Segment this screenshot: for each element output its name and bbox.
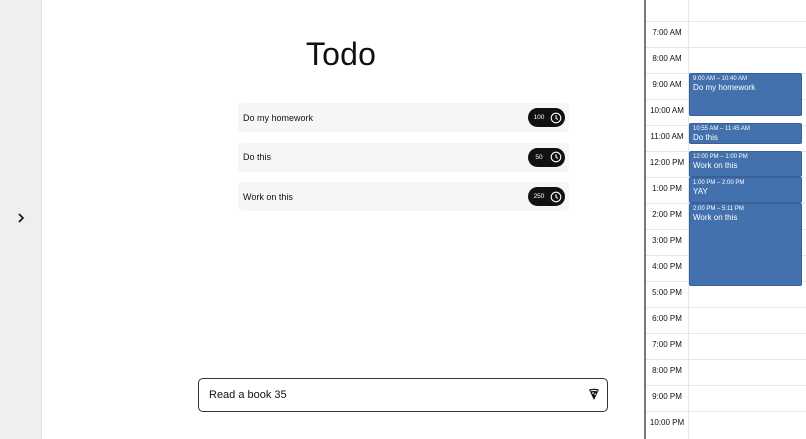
calendar-hour-label: 8:00 AM	[652, 54, 682, 63]
event-time: 12:00 PM – 1:00 PM	[693, 154, 748, 160]
event-title: Do this	[693, 132, 718, 142]
todo-list: Do my homework 100 Do this 50 Work on th…	[238, 103, 569, 222]
todo-item[interactable]: Do this 50	[238, 142, 569, 172]
pizza-icon	[589, 388, 599, 400]
timer-button[interactable]: 250	[528, 187, 565, 206]
timer-minutes: 100	[533, 114, 545, 121]
day-calendar: 7:00 AM 8:00 AM 9:00 AM 10:00 AM 11:00 AM 12:…	[644, 0, 806, 439]
todo-text: Do this	[243, 152, 272, 162]
calendar-hour-label: 7:00 AM	[652, 28, 682, 37]
event-time: 1:00 PM – 2:00 PM	[693, 180, 745, 186]
todo-text: Work on this	[243, 191, 293, 202]
clock-icon	[549, 190, 563, 204]
calendar-event[interactable]: 10:55 AM – 11:45 AM Do this	[689, 122, 802, 145]
calendar-hour-label: 5:00 PM	[652, 288, 682, 297]
calendar-hour-row[interactable]: 7:00 AM	[646, 21, 806, 47]
calendar-hour-row[interactable]: 9:00 PM	[646, 385, 806, 411]
calendar-header-row	[646, 0, 806, 21]
calendar-hour-label: 12:00 PM	[649, 158, 685, 167]
calendar-hour-row[interactable]: 8:00 AM	[646, 47, 806, 73]
calendar-hour-label: 2:00 PM	[652, 210, 682, 219]
calendar-hour-label: 11:00 AM	[650, 132, 684, 141]
calendar-hour-label: 6:00 PM	[652, 314, 682, 323]
timer-button[interactable]: 100	[528, 108, 565, 127]
calendar-hour-label: 1:00 PM	[652, 184, 682, 193]
calendar-hour-label: 3:00 PM	[652, 236, 682, 245]
new-todo-field	[198, 378, 608, 412]
clock-icon	[549, 111, 563, 125]
calendar-hour-label: 9:00 AM	[652, 80, 682, 89]
calendar-hour-label: 10:00 PM	[649, 418, 685, 427]
calendar-hour-label: 8:00 PM	[652, 366, 682, 375]
event-title: Do my homework	[693, 83, 756, 92]
timer-minutes: 50	[535, 153, 543, 161]
timer-minutes: 250	[533, 193, 545, 200]
calendar-hour-label: 4:00 PM	[652, 262, 682, 271]
todo-item[interactable]: Work on this 250	[238, 182, 569, 211]
new-todo-input[interactable]	[207, 388, 581, 402]
event-title: Work on this	[693, 161, 738, 170]
event-time: 10:55 AM – 11:45 AM	[693, 125, 750, 132]
event-time: 2:00 PM – 5:11 PM	[693, 206, 744, 212]
submit-button[interactable]	[588, 388, 600, 401]
calendar-hour-label: 7:00 PM	[652, 340, 682, 349]
page-title: Todo	[305, 36, 377, 72]
calendar-event[interactable]: 9:00 AM – 10:40 AM Do my homework	[689, 73, 802, 117]
clock-icon	[549, 150, 563, 164]
sidebar-toggle-button[interactable]	[14, 211, 28, 225]
timer-button[interactable]: 50	[528, 147, 565, 167]
event-time: 9:00 AM – 10:40 AM	[693, 76, 748, 82]
calendar-hour-row[interactable]: 10:00 PM	[646, 411, 806, 437]
calendar-event[interactable]: 2:00 PM – 5:11 PM Work on this	[689, 203, 802, 286]
todo-text: Do my homework	[243, 112, 314, 123]
calendar-hour-row[interactable]: 8:00 PM	[646, 359, 806, 385]
calendar-hour-label: 9:00 PM	[652, 392, 682, 401]
calendar-event[interactable]: 1:00 PM – 2:00 PM YAY	[689, 177, 802, 203]
event-title: YAY	[693, 187, 708, 196]
calendar-hour-row[interactable]: 7:00 PM	[646, 333, 806, 359]
chevron-right-icon	[18, 213, 25, 223]
event-title: Work on this	[693, 213, 738, 222]
main-panel: Todo Do my homework 100 Do this 50 Work …	[42, 0, 644, 439]
calendar-event[interactable]: 12:00 PM – 1:00 PM Work on this	[689, 151, 802, 177]
todo-item[interactable]: Do my homework 100	[238, 103, 569, 132]
calendar-hour-label: 10:00 AM	[650, 106, 684, 115]
calendar-hour-row[interactable]: 6:00 PM	[646, 307, 806, 333]
